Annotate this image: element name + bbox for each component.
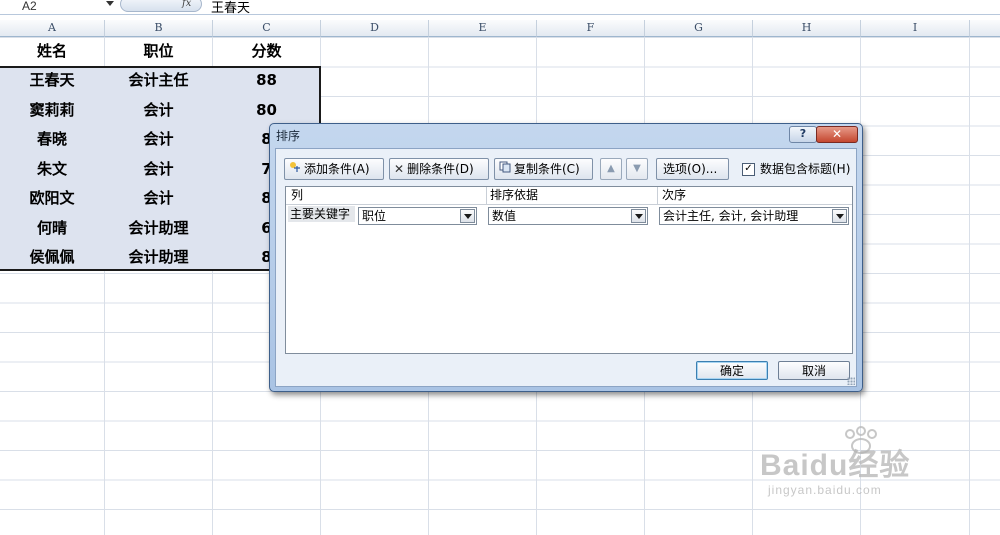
sort-on-select[interactable]: 数值	[488, 207, 648, 225]
column-select-value: 职位	[362, 209, 387, 223]
header-cell-name[interactable]: 姓名	[0, 37, 104, 66]
cell-name[interactable]: 窦莉莉	[0, 96, 104, 125]
move-up-icon[interactable]: ▲	[600, 158, 622, 180]
has-header-checkbox[interactable]: ✓	[742, 163, 755, 176]
order-select[interactable]: 会计主任, 会计, 会计助理	[659, 207, 849, 225]
column-header-b[interactable]: B	[105, 20, 213, 37]
formula-input[interactable]: 王春天	[211, 0, 250, 16]
close-button[interactable]: ✕	[816, 126, 858, 143]
dialog-title: 排序	[276, 129, 301, 143]
chevron-down-icon[interactable]	[631, 209, 646, 223]
order-header: 次序	[662, 188, 687, 202]
column-header-d[interactable]: D	[321, 20, 429, 37]
paw-logo	[845, 426, 877, 454]
delete-condition-label: 删除条件(D)	[407, 162, 474, 176]
copy-condition-label: 复制条件(C)	[514, 162, 580, 176]
fx-icon[interactable]: fx	[182, 0, 191, 9]
order-select-value: 会计主任, 会计, 会计助理	[663, 209, 799, 223]
cell-name[interactable]: 侯佩佩	[0, 243, 104, 272]
sort-conditions-table: 列 排序依据 次序 主要关键字 职位 数值 会计主任, 会计, 会计助理	[285, 186, 853, 354]
watermark-brand: Baidu经验	[760, 449, 911, 482]
chevron-down-icon[interactable]	[460, 209, 475, 223]
cancel-button[interactable]: 取消	[778, 361, 850, 380]
copy-condition-button[interactable]: 复制条件(C)	[494, 158, 593, 180]
add-condition-icon	[289, 159, 301, 180]
copy-icon	[499, 159, 511, 180]
header-cell-position[interactable]: 职位	[105, 37, 212, 66]
column-header-f[interactable]: F	[537, 20, 645, 37]
column-header: 列	[291, 188, 304, 202]
sort-dialog: 排序 ? ✕ 添加条件(A) ✕ 删除条件(D) 复制条件(C) ▲ ▼ 选项(O…	[269, 123, 863, 392]
resize-grip-icon[interactable]	[847, 377, 855, 385]
move-down-icon[interactable]: ▼	[626, 158, 648, 180]
cell-position[interactable]: 会计	[105, 155, 212, 184]
cell-name[interactable]: 王春天	[0, 66, 104, 95]
dialog-body: 添加条件(A) ✕ 删除条件(D) 复制条件(C) ▲ ▼ 选项(O)... ✓ …	[275, 148, 857, 387]
formula-bar: A2 fx 王春天	[0, 0, 1000, 16]
cell-position[interactable]: 会计	[105, 184, 212, 213]
column-header-i[interactable]: I	[861, 20, 970, 37]
cell-position[interactable]: 会计	[105, 125, 212, 154]
has-header-label[interactable]: 数据包含标题(H)	[760, 160, 850, 177]
cell-name[interactable]: 朱文	[0, 155, 104, 184]
column-header-e[interactable]: E	[429, 20, 537, 37]
chevron-down-icon[interactable]	[832, 209, 847, 223]
column-header-c[interactable]: C	[213, 20, 321, 37]
watermark-url: jingyan.baidu.com	[768, 483, 882, 497]
cell-position[interactable]: 会计主任	[105, 66, 212, 95]
column-header-g[interactable]: G	[645, 20, 753, 37]
cell-name[interactable]: 何晴	[0, 214, 104, 243]
name-box[interactable]: A2	[22, 0, 37, 13]
column-header-j[interactable]	[970, 20, 1000, 37]
column-select[interactable]: 职位	[358, 207, 477, 225]
name-box-dropdown-icon[interactable]	[106, 1, 114, 6]
cell-position[interactable]: 会计助理	[105, 243, 212, 272]
add-condition-label: 添加条件(A)	[304, 162, 370, 176]
ok-button[interactable]: 确定	[696, 361, 768, 380]
help-button[interactable]: ?	[789, 126, 817, 143]
cell-position[interactable]: 会计	[105, 96, 212, 125]
primary-key-label: 主要关键字	[288, 206, 355, 222]
watermark: Baidu经验 jingyan.baidu.com	[760, 426, 911, 497]
column-header-a[interactable]: A	[0, 20, 105, 37]
cell-name[interactable]: 春晓	[0, 125, 104, 154]
cell-score[interactable]: 88	[213, 66, 320, 95]
column-header-h[interactable]: H	[753, 20, 861, 37]
cell-score[interactable]: 80	[213, 96, 320, 125]
delete-condition-button[interactable]: ✕ 删除条件(D)	[389, 158, 489, 180]
options-button[interactable]: 选项(O)...	[656, 158, 729, 180]
add-condition-button[interactable]: 添加条件(A)	[284, 158, 384, 180]
cell-position[interactable]: 会计助理	[105, 214, 212, 243]
sort-on-select-value: 数值	[492, 209, 517, 223]
header-cell-score[interactable]: 分数	[213, 37, 320, 66]
cell-name[interactable]: 欧阳文	[0, 184, 104, 213]
delete-icon: ✕	[394, 162, 405, 176]
sort-on-header: 排序依据	[490, 188, 539, 202]
